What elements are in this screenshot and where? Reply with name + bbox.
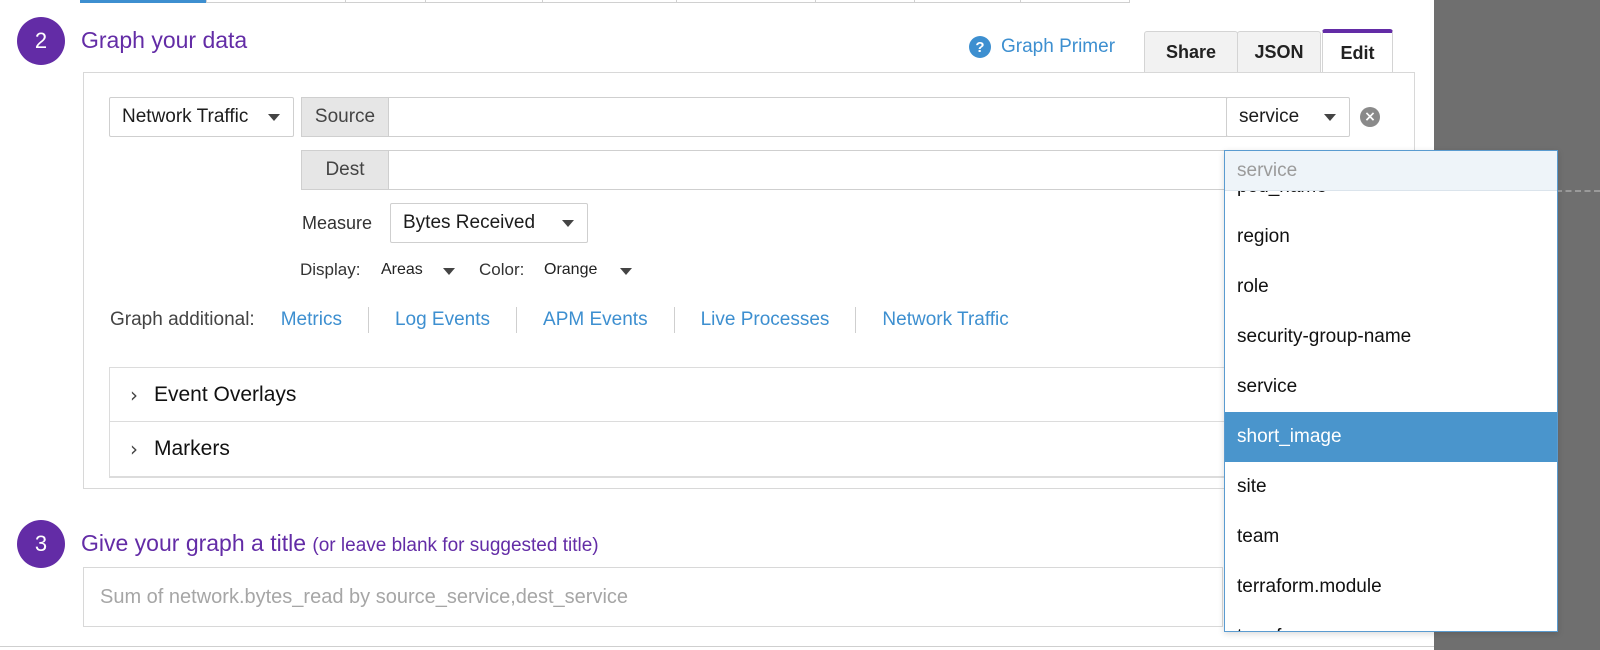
- event-overlays-accordion[interactable]: › Event Overlays: [109, 367, 1229, 422]
- tab-divider: [425, 0, 426, 3]
- markers-accordion[interactable]: › Markers: [109, 422, 1229, 477]
- remove-query-icon[interactable]: ×: [1360, 107, 1380, 127]
- chevron-down-icon: [1324, 114, 1336, 121]
- tab-divider: [815, 0, 816, 3]
- chevron-down-icon: [443, 268, 455, 275]
- chevron-right-icon: ›: [130, 437, 138, 461]
- dropdown-option-role[interactable]: role: [1225, 262, 1557, 312]
- dropdown-option-terraform[interactable]: terraform: [1225, 612, 1557, 631]
- chevron-right-icon: ›: [130, 382, 138, 407]
- dropdown-search-input[interactable]: service: [1225, 151, 1557, 191]
- step-2-title: Graph your data: [81, 27, 248, 53]
- active-tab-indicator: [80, 0, 206, 3]
- measure-value: Bytes Received: [403, 212, 536, 233]
- display-label: Display:: [300, 260, 361, 279]
- link-divider: [855, 307, 857, 333]
- step-2-number: 2: [17, 17, 65, 65]
- source-input[interactable]: [388, 97, 1227, 137]
- graph-primer-label: Graph Primer: [1001, 36, 1116, 57]
- tab-divider: [206, 0, 207, 3]
- graph-additional-label: Graph additional:: [110, 309, 255, 330]
- tab-divider: [914, 0, 915, 3]
- edit-tab[interactable]: Edit: [1322, 29, 1393, 73]
- dashed-line: [1556, 190, 1600, 192]
- source-label: Source: [301, 97, 389, 137]
- group-by-dropdown[interactable]: service pod_nameregionrolesecurity-group…: [1224, 150, 1558, 632]
- step-3-hint: (or leave blank for suggested title): [312, 535, 599, 556]
- share-button[interactable]: Share: [1144, 31, 1238, 73]
- measure-select[interactable]: Bytes Received: [390, 203, 588, 243]
- dropdown-option-region[interactable]: region: [1225, 212, 1557, 262]
- group-by-value: service: [1239, 106, 1300, 127]
- divider: [109, 477, 1229, 478]
- dropdown-option-short-image[interactable]: short_image: [1225, 412, 1557, 462]
- add-metrics-link[interactable]: Metrics: [281, 309, 342, 331]
- dest-label: Dest: [301, 150, 389, 190]
- data-source-select[interactable]: Network Traffic: [109, 97, 294, 137]
- graph-title-placeholder: Sum of network.bytes_read by source_serv…: [100, 585, 629, 608]
- color-select[interactable]: Orange: [544, 261, 597, 279]
- graph-primer-link[interactable]: ? Graph Primer: [969, 36, 1115, 58]
- accordion-label: Markers: [154, 437, 230, 460]
- step-3-title-text: Give your graph a title: [81, 530, 307, 556]
- display-select[interactable]: Areas: [381, 261, 423, 279]
- step-3-number: 3: [17, 520, 65, 568]
- add-live-processes-link[interactable]: Live Processes: [701, 309, 830, 331]
- tab-divider: [1129, 0, 1130, 3]
- group-by-select[interactable]: service: [1226, 97, 1350, 137]
- dropdown-options: pod_nameregionrolesecurity-group-nameser…: [1225, 162, 1557, 631]
- dropdown-option-terraform-module[interactable]: terraform.module: [1225, 562, 1557, 612]
- dropdown-option-service[interactable]: service: [1225, 362, 1557, 412]
- dropdown-option-team[interactable]: team: [1225, 512, 1557, 562]
- graph-title-input[interactable]: Sum of network.bytes_read by source_serv…: [83, 567, 1223, 627]
- dropdown-option-security-group-name[interactable]: security-group-name: [1225, 312, 1557, 362]
- dropdown-option-site[interactable]: site: [1225, 462, 1557, 512]
- dest-input[interactable]: [388, 150, 1228, 190]
- json-button[interactable]: JSON: [1237, 31, 1321, 73]
- measure-label: Measure: [302, 213, 373, 233]
- step-3-title: Give your graph a title (or leave blank …: [81, 530, 599, 557]
- help-icon: ?: [969, 36, 991, 58]
- tab-divider: [1020, 0, 1021, 3]
- top-tab-strip: [80, 0, 1130, 3]
- chevron-down-icon: [562, 220, 574, 227]
- link-divider: [367, 307, 369, 333]
- data-source-value: Network Traffic: [122, 106, 249, 127]
- tab-divider: [676, 0, 677, 3]
- tab-divider: [542, 0, 543, 3]
- chevron-down-icon: [620, 268, 632, 275]
- link-divider: [516, 307, 518, 333]
- link-divider: [673, 307, 675, 333]
- divider: [0, 646, 1434, 647]
- add-apm-events-link[interactable]: APM Events: [543, 309, 648, 331]
- add-network-traffic-link[interactable]: Network Traffic: [882, 309, 1008, 331]
- chevron-down-icon: [268, 114, 280, 121]
- add-log-events-link[interactable]: Log Events: [395, 309, 490, 331]
- graph-additional-links: Graph additional: Metrics Log Events APM…: [110, 307, 1009, 333]
- tab-divider: [345, 0, 346, 3]
- accordion-label: Event Overlays: [154, 382, 297, 406]
- color-label: Color:: [479, 260, 525, 279]
